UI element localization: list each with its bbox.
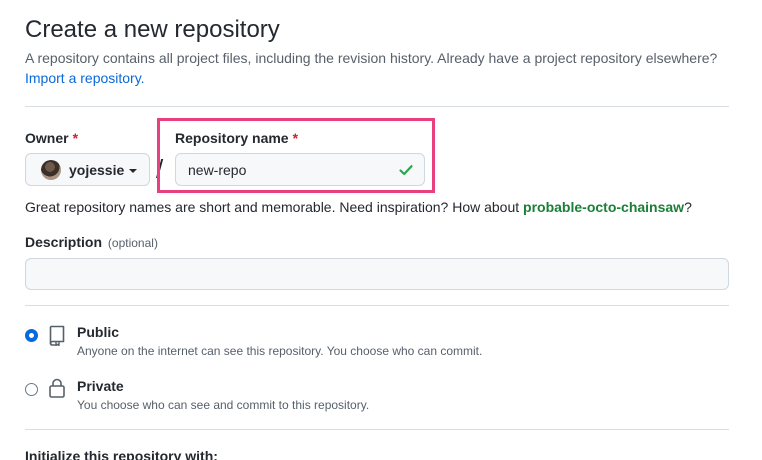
- description-label-text: Description: [25, 234, 103, 250]
- owner-select-button[interactable]: yojessie: [25, 153, 150, 186]
- divider: [25, 106, 729, 107]
- public-radio[interactable]: [25, 329, 38, 342]
- page-subtitle: A repository contains all project files,…: [25, 48, 725, 88]
- subtitle-text: A repository contains all project files,…: [25, 50, 718, 66]
- public-option-title: Public: [77, 324, 120, 340]
- repo-icon: [49, 325, 65, 346]
- lock-icon: [49, 378, 65, 398]
- new-repository-page: Create a new repository A repository con…: [0, 0, 762, 460]
- divider: [25, 305, 729, 306]
- repository-name-label: Repository name *: [175, 128, 298, 148]
- owner-label-text: Owner: [25, 130, 69, 146]
- private-option-description: You choose who can see and commit to thi…: [77, 398, 370, 412]
- repository-name-label-text: Repository name: [175, 130, 289, 146]
- private-option-title: Private: [77, 378, 124, 394]
- caret-down-icon: [129, 168, 138, 173]
- initialize-section-title: Initialize this repository with:: [25, 448, 218, 460]
- name-suggestion-link[interactable]: probable-octo-chainsaw: [523, 199, 684, 215]
- optional-label: (optional): [107, 236, 158, 250]
- description-input[interactable]: [25, 258, 729, 290]
- repository-name-input[interactable]: [176, 153, 390, 186]
- check-icon: [399, 165, 413, 176]
- public-option-description: Anyone on the internet can see this repo…: [77, 344, 483, 358]
- import-repository-link[interactable]: Import a repository.: [25, 70, 145, 86]
- required-mark: *: [72, 130, 79, 146]
- private-radio[interactable]: [25, 383, 38, 396]
- divider: [25, 429, 729, 430]
- repository-name-field: [175, 153, 425, 186]
- hint-text: Great repository names are short and mem…: [25, 199, 520, 215]
- owner-name: yojessie: [69, 161, 125, 178]
- owner-label: Owner *: [25, 128, 78, 148]
- avatar: [41, 159, 61, 180]
- repository-name-hint: Great repository names are short and mem…: [25, 197, 692, 217]
- page-title: Create a new repository: [25, 16, 280, 43]
- hint-suffix: ?: [684, 199, 692, 215]
- description-label: Description (optional): [25, 232, 158, 253]
- required-mark: *: [292, 130, 299, 146]
